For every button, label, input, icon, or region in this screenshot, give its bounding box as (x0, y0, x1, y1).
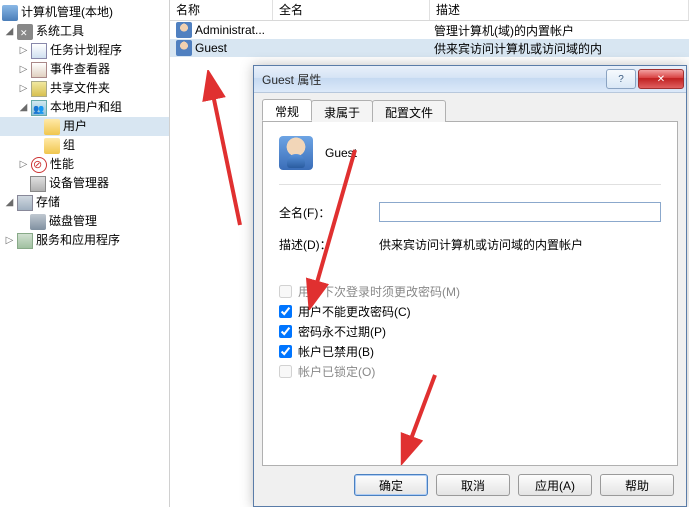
check-neverexpire[interactable]: 密码永不过期(P) (279, 323, 661, 339)
check-label: 密码永不过期(P) (298, 323, 386, 340)
check-mustchange: 用户下次登录时须更改密码(M) (279, 283, 661, 299)
help-button[interactable]: ? (606, 69, 636, 89)
list-header: 名称 全名 描述 (170, 0, 689, 21)
desc-value: 供来宾访问计算机或访问域的内置帐户 (379, 236, 661, 253)
folder-icon (44, 138, 60, 154)
tree-label: 系统工具 (36, 23, 84, 40)
check-mustchange-box (279, 285, 292, 298)
users-icon (31, 100, 47, 116)
apply-button[interactable]: 应用(A) (518, 474, 592, 496)
tree-groups[interactable]: 组 (0, 136, 169, 155)
cell-desc: 管理计算机(域)的内置帐户 (428, 22, 689, 39)
tree-label: 事件查看器 (50, 61, 110, 78)
tree-disk[interactable]: 磁盘管理 (0, 212, 169, 231)
tree-perf[interactable]: ▷ 性能 (0, 155, 169, 174)
nav-tree: 计算机管理(本地) ◢ 系统工具 ▷ 任务计划程序 ▷ 事件查看器 ▷ 共享文件… (0, 0, 170, 507)
event-icon (31, 62, 47, 78)
tab-general[interactable]: 常规 (262, 99, 312, 121)
check-label: 帐户已锁定(O) (298, 363, 375, 380)
fullname-input[interactable] (379, 202, 661, 222)
tree-label: 存储 (36, 194, 60, 211)
fullname-label: 全名(F)： (279, 204, 379, 221)
col-desc[interactable]: 描述 (430, 0, 689, 20)
tree-label: 任务计划程序 (50, 42, 122, 59)
tree-storage[interactable]: ◢ 存储 (0, 193, 169, 212)
tree-device[interactable]: 设备管理器 (0, 174, 169, 193)
tree-users[interactable]: 用户 (0, 117, 169, 136)
share-icon (31, 81, 47, 97)
expand-icon[interactable]: ▷ (4, 232, 15, 249)
tree-label: 共享文件夹 (50, 80, 110, 97)
list-row[interactable]: Administrat... 管理计算机(域)的内置帐户 (170, 21, 689, 39)
cell-name: Administrat... (195, 23, 265, 37)
tab-profile[interactable]: 配置文件 (372, 100, 446, 122)
dialog-title: Guest 属性 (262, 71, 604, 88)
perf-icon (31, 157, 47, 173)
tree-event[interactable]: ▷ 事件查看器 (0, 60, 169, 79)
check-label: 帐户已禁用(B) (298, 343, 374, 360)
col-fullname[interactable]: 全名 (273, 0, 430, 20)
tree-root[interactable]: 计算机管理(本地) (0, 3, 169, 22)
check-cannotchange[interactable]: 用户不能更改密码(C) (279, 303, 661, 319)
expand-icon[interactable]: ▷ (18, 156, 29, 173)
collapse-icon[interactable]: ◢ (4, 23, 15, 40)
tree-services[interactable]: ▷ 服务和应用程序 (0, 231, 169, 250)
task-icon (31, 43, 47, 59)
guest-properties-dialog: Guest 属性 ? ✕ 常规 隶属于 配置文件 Guest 全名(F)： 描述… (253, 65, 687, 507)
check-disabled-box[interactable] (279, 345, 292, 358)
titlebar[interactable]: Guest 属性 ? ✕ (254, 66, 686, 93)
computer-icon (2, 5, 18, 21)
cell-desc: 供来宾访问计算机或访问域的内 (428, 40, 689, 57)
collapse-icon[interactable]: ◢ (18, 99, 29, 116)
tabstrip: 常规 隶属于 配置文件 (262, 99, 678, 121)
ok-button[interactable]: 确定 (354, 474, 428, 496)
collapse-icon[interactable]: ◢ (4, 194, 15, 211)
check-locked: 帐户已锁定(O) (279, 363, 661, 379)
expand-icon[interactable]: ▷ (18, 61, 29, 78)
cell-name: Guest (195, 41, 227, 55)
tree-systemtools[interactable]: ◢ 系统工具 (0, 22, 169, 41)
help-button[interactable]: 帮助 (600, 474, 674, 496)
tree-label: 用户 (63, 118, 87, 135)
dialog-buttons: 确定 取消 应用(A) 帮助 (262, 466, 678, 498)
tab-memberof[interactable]: 隶属于 (311, 100, 373, 122)
tree-shared[interactable]: ▷ 共享文件夹 (0, 79, 169, 98)
close-button[interactable]: ✕ (638, 69, 684, 89)
check-neverexpire-box[interactable] (279, 325, 292, 338)
expand-icon[interactable]: ▷ (18, 42, 29, 59)
list-row[interactable]: Guest 供来宾访问计算机或访问域的内 (170, 39, 689, 57)
tree-label: 本地用户和组 (50, 99, 122, 116)
storage-icon (17, 195, 33, 211)
tree-root-label: 计算机管理(本地) (21, 4, 113, 21)
check-cannotchange-box[interactable] (279, 305, 292, 318)
device-icon (30, 176, 46, 192)
disk-icon (30, 214, 46, 230)
username: Guest (325, 146, 357, 160)
expand-icon[interactable]: ▷ (18, 80, 29, 97)
tree-label: 组 (63, 137, 75, 154)
col-name[interactable]: 名称 (170, 0, 273, 20)
check-label: 用户不能更改密码(C) (298, 303, 411, 320)
service-icon (17, 233, 33, 249)
folder-icon (44, 119, 60, 135)
user-large-icon (279, 136, 313, 170)
tools-icon (17, 24, 33, 40)
user-icon (176, 22, 192, 38)
check-disabled[interactable]: 帐户已禁用(B) (279, 343, 661, 359)
tab-general-page: Guest 全名(F)： 描述(D)： 供来宾访问计算机或访问域的内置帐户 用户… (262, 121, 678, 466)
tree-localusers[interactable]: ◢ 本地用户和组 (0, 98, 169, 117)
check-label: 用户下次登录时须更改密码(M) (298, 283, 460, 300)
tree-label: 性能 (50, 156, 74, 173)
cancel-button[interactable]: 取消 (436, 474, 510, 496)
desc-label: 描述(D)： (279, 236, 379, 253)
user-icon (176, 40, 192, 56)
tree-task[interactable]: ▷ 任务计划程序 (0, 41, 169, 60)
check-locked-box (279, 365, 292, 378)
tree-label: 磁盘管理 (49, 213, 97, 230)
tree-label: 服务和应用程序 (36, 232, 120, 249)
tree-label: 设备管理器 (49, 175, 109, 192)
